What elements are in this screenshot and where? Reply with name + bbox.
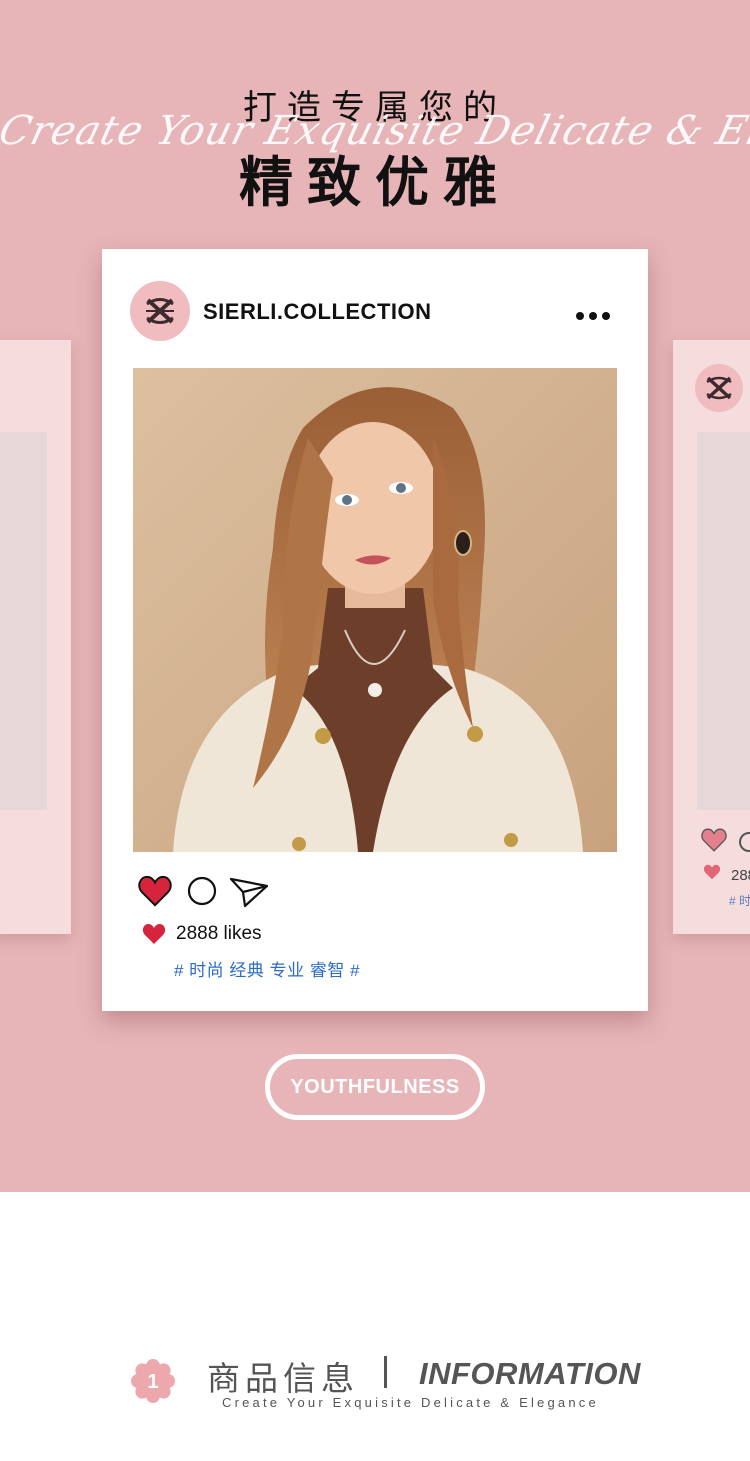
heart-icon[interactable] [701, 828, 727, 852]
avatar[interactable] [130, 281, 190, 341]
post-card: SIERLI.COLLECTION 2888 likes # 时尚 经典 专业 … [102, 249, 648, 1011]
heart-icon [703, 864, 721, 880]
side-card-right: 288 # 时 [673, 340, 750, 934]
comment-icon[interactable] [187, 876, 217, 906]
section-title-cn: 商品信息 [207, 1359, 359, 1398]
share-icon[interactable] [229, 876, 269, 908]
likes-count: 288 [731, 867, 750, 884]
hero-section: 打造专属您的 Create Your Exquisite Delicate & … [0, 0, 750, 1192]
section-number: 1 [147, 1371, 158, 1393]
account-handle[interactable]: SIERLI.COLLECTION [203, 299, 432, 325]
brand-logo-icon [695, 364, 743, 412]
likes-count: 2888 likes [176, 923, 262, 944]
youthfulness-pill[interactable]: YOUTHFULNESS [265, 1054, 485, 1120]
more-horizontal-icon[interactable] [576, 307, 616, 320]
hashtags[interactable]: # 时尚 经典 专业 睿智 # [174, 956, 360, 981]
heart-icon [142, 924, 166, 944]
post-photo[interactable] [133, 368, 617, 852]
brand-logo-icon [146, 298, 174, 324]
comment-icon[interactable] [739, 832, 750, 852]
side-card-left [0, 340, 71, 934]
section-subtitle: Create Your Exquisite Delicate & Eleganc… [222, 1395, 599, 1410]
divider [384, 1356, 387, 1388]
flower-number-icon: 1 [131, 1359, 175, 1403]
side-card-image-placeholder [697, 432, 750, 810]
section-title-en: INFORMATION [419, 1356, 641, 1391]
side-card-image-placeholder [0, 432, 47, 810]
heart-icon[interactable] [138, 875, 172, 907]
hashtags: # 时 [729, 894, 750, 908]
hero-title-line2: 精致优雅 [239, 151, 511, 214]
